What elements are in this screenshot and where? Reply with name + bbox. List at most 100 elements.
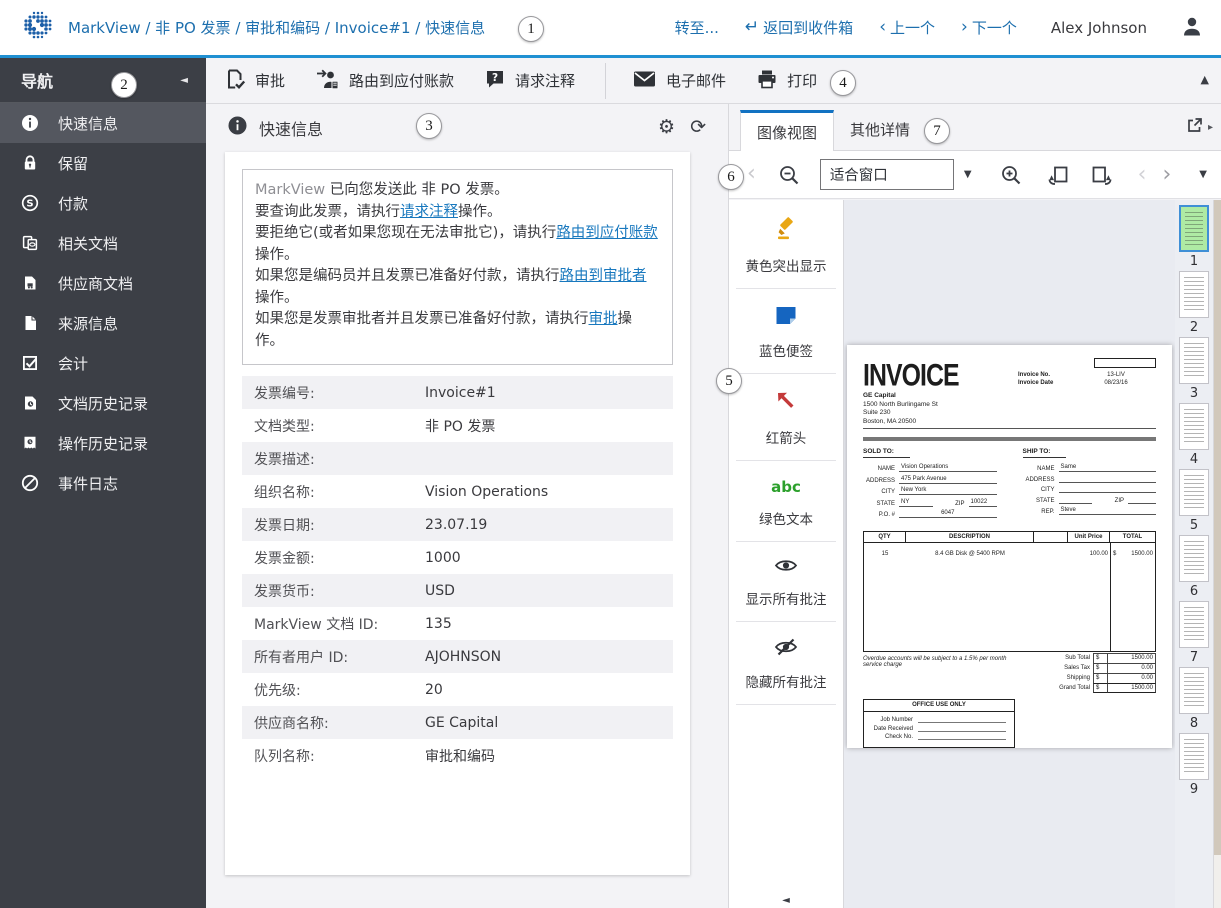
page-thumbnail-strip: 1 2 3 4 5 6 7 8 9: [1175, 200, 1213, 908]
request-comment-link[interactable]: 请求注释: [400, 204, 458, 220]
document-image-area[interactable]: INVOICE Invoice No. 13-LIV Invoice Date 08…: [844, 200, 1175, 908]
next-page-icon[interactable]: ›: [1162, 163, 1171, 186]
abc-text-icon: abc: [771, 478, 801, 496]
sidebar-item-event-log[interactable]: 事件日志: [0, 463, 206, 503]
sidebar-item-label: 相关文档: [58, 234, 119, 253]
sticky-note-icon: [774, 304, 798, 330]
red-arrow-tool[interactable]: 红箭头: [729, 374, 843, 460]
sidebar-item-accounting[interactable]: 会计: [0, 343, 206, 383]
doc-history-icon: [21, 394, 39, 412]
previous-link[interactable]: ‹ 上一个: [879, 17, 935, 38]
page-thumbnail-3[interactable]: [1179, 337, 1209, 384]
annotation-collapse-icon[interactable]: ◄: [782, 895, 790, 906]
field-row-queue-name: 队列名称: 审批和编码: [254, 748, 495, 765]
toolbar-collapse-icon[interactable]: ▲: [1201, 73, 1209, 86]
route-to-approver-link[interactable]: 路由到审批者: [560, 268, 647, 284]
request-comment-button[interactable]: ? 请求注释: [484, 68, 575, 94]
viewer-body: 黄色突出显示 蓝色便签 红箭头 abc 绿色文本 显示所有批注 隐藏所有批注 ◄…: [729, 200, 1221, 908]
goto-link[interactable]: 转至...: [675, 17, 719, 38]
zoom-out-icon[interactable]: [778, 164, 800, 186]
field-row-invoice-currency: 发票货币: USD: [242, 574, 673, 607]
zoom-select-caret-icon[interactable]: ▼: [964, 169, 972, 180]
sidebar-item-label: 操作历史记录: [58, 434, 149, 453]
sidebar-item-quick-info[interactable]: 快速信息: [0, 103, 206, 143]
page-thumbnail-9[interactable]: [1179, 733, 1209, 780]
zoom-in-icon[interactable]: [1000, 164, 1022, 186]
blue-note-tool[interactable]: 蓝色便签: [729, 289, 843, 373]
action-toolbar: 审批 路由到应付账款 ? 请求注释 电子邮件 打印 ▲: [206, 58, 1221, 104]
svg-text:S: S: [26, 199, 33, 210]
email-button[interactable]: 电子邮件: [632, 69, 726, 93]
page-thumbnail-1[interactable]: [1179, 205, 1209, 252]
field-row-vendor-name: 供应商名称: GE Capital: [242, 706, 673, 739]
vendor-doc-icon: [21, 274, 39, 292]
tab-image-view[interactable]: 图像视图: [740, 110, 835, 151]
invoice-company-block: GE Capital 1500 North Burlingame St Suit…: [863, 392, 1156, 429]
sidebar-item-action-history[interactable]: 操作历史记录: [0, 423, 206, 463]
prev-page-icon[interactable]: ‹: [1138, 163, 1147, 186]
sidebar-item-vendor-documents[interactable]: 供应商文档: [0, 263, 206, 303]
next-link[interactable]: › 下一个: [961, 17, 1017, 38]
settings-gear-icon[interactable]: ⚙: [658, 118, 675, 137]
quick-info-panel: 快速信息 ⚙ ⟳ MarkView 已向您发送此 非 PO 发票。 要查询此发票…: [206, 104, 728, 908]
sidebar-item-hold[interactable]: 保留: [0, 143, 206, 183]
route-to-ap-button[interactable]: 路由到应付账款: [315, 68, 454, 94]
yellow-highlight-tool[interactable]: 黄色突出显示: [729, 200, 843, 288]
invoice-note: Overdue accounts will be subject to a 1.…: [863, 655, 1007, 668]
green-text-tool[interactable]: abc 绿色文本: [729, 461, 843, 541]
breadcrumb[interactable]: MarkView / 非 PO 发票 / 审批和编码 / Invoice#1 /…: [68, 17, 485, 38]
page-thumbnail-2[interactable]: [1179, 271, 1209, 318]
sidebar-item-source-info[interactable]: 来源信息: [0, 303, 206, 343]
page-thumbnail-5[interactable]: [1179, 469, 1209, 516]
page-number-label: 1: [1189, 254, 1199, 269]
approve-link[interactable]: 审批: [589, 311, 618, 327]
rotate-right-icon[interactable]: [1089, 163, 1114, 187]
sidebar-item-payment[interactable]: S 付款: [0, 183, 206, 223]
invoice-divider: [863, 437, 1156, 441]
viewer-menu-caret-icon[interactable]: ▼: [1199, 169, 1207, 180]
refresh-icon[interactable]: ⟳: [690, 118, 706, 137]
field-row-invoice-amount: 发票金额: 1000: [254, 549, 461, 567]
open-in-new-window-icon[interactable]: [1186, 117, 1203, 138]
page-thumbnail-7[interactable]: [1179, 601, 1209, 648]
route-person-icon: [315, 68, 340, 94]
field-row-document-type: 文档类型: 非 PO 发票: [254, 418, 496, 435]
show-all-annotations-tool[interactable]: 显示所有批注: [729, 542, 843, 621]
route-to-ap-link[interactable]: 路由到应付账款: [556, 225, 658, 241]
print-button[interactable]: 打印: [756, 68, 817, 94]
rotate-left-icon[interactable]: [1046, 163, 1071, 187]
markview-app: MarkView / 非 PO 发票 / 审批和编码 / Invoice#1 /…: [0, 0, 1221, 908]
callout-6: 6: [718, 164, 744, 190]
page-number-label: 7: [1189, 650, 1199, 665]
sidebar-item-related-documents[interactable]: 相关文档: [0, 223, 206, 263]
viewer-tabs: 图像视图 其他详情 ▸: [729, 104, 1221, 151]
eye-off-icon: [774, 637, 798, 661]
back-to-inbox-link[interactable]: ↵ 返回到收件箱: [745, 17, 853, 38]
callout-5: 5: [716, 368, 742, 394]
receipt-history-icon: [21, 434, 39, 452]
page-thumbnail-4[interactable]: [1179, 403, 1209, 450]
sidebar-item-label: 供应商文档: [58, 274, 134, 293]
sidebar-item-label: 文档历史记录: [58, 394, 149, 413]
user-avatar-icon[interactable]: [1181, 15, 1203, 41]
page-thumbnail-6[interactable]: [1179, 535, 1209, 582]
submenu-arrow-icon[interactable]: ▸: [1208, 122, 1213, 133]
hide-all-annotations-tool[interactable]: 隐藏所有批注: [729, 622, 843, 704]
approve-button[interactable]: 审批: [224, 68, 285, 94]
sidebar-item-document-history[interactable]: 文档历史记录: [0, 383, 206, 423]
zoom-level-select[interactable]: 适合窗口: [819, 159, 954, 190]
info-badge-icon: [228, 116, 247, 139]
field-row-invoice-description: 发票描述:: [242, 442, 673, 475]
page-thumbnail-8[interactable]: [1179, 667, 1209, 714]
page-number-label: 2: [1189, 320, 1199, 335]
callout-3: 3: [416, 113, 442, 139]
page-back-icon[interactable]: ‹: [747, 162, 756, 185]
top-header: MarkView / 非 PO 发票 / 审批和编码 / Invoice#1 /…: [0, 0, 1221, 58]
invoice-number-value: 13-LIV: [1107, 372, 1125, 378]
tab-other-details[interactable]: 其他详情: [834, 109, 926, 150]
field-row-owner-user-id: 所有者用户 ID: AJOHNSON: [242, 640, 673, 673]
thumbnail-scrollbar[interactable]: [1213, 200, 1221, 908]
sidebar-collapse-icon[interactable]: ◄: [180, 75, 188, 86]
callout-7: 7: [924, 118, 950, 144]
scrollbar-thumb[interactable]: [1214, 200, 1221, 855]
